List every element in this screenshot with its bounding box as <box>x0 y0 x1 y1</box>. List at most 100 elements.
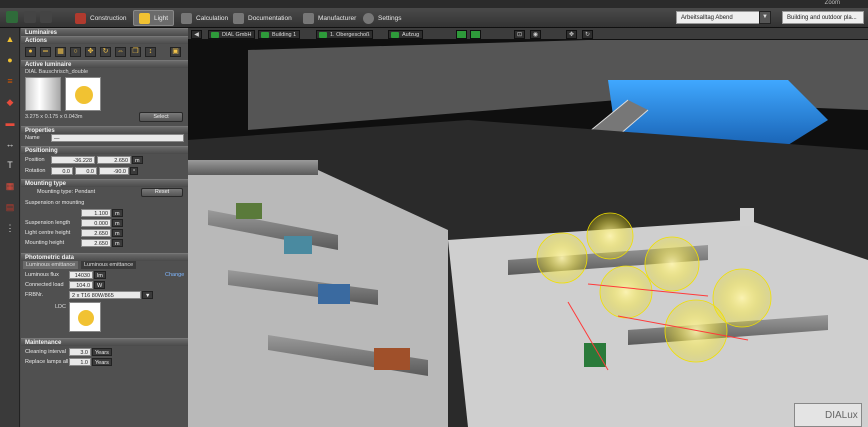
dialux-watermark: DIALux <box>794 403 862 427</box>
breadcrumb-item-building[interactable]: Building 1 <box>258 30 301 39</box>
fitting-label: FRBNr. <box>25 292 44 298</box>
surface-tool-icon[interactable]: ▬ <box>3 117 17 129</box>
suspension-heading: Suspension or mounting <box>25 200 85 206</box>
viewport-toolbar: ◀ DIAL GmbH Building 1 1. Obergeschoß Au… <box>188 28 868 40</box>
align-icon[interactable]: ⇔ <box>115 47 126 57</box>
circle-arrangement-icon[interactable]: ○ <box>70 47 81 57</box>
suspension-field[interactable]: 1.100 <box>81 209 111 217</box>
position-label: Position <box>25 157 45 163</box>
save-icon[interactable] <box>6 11 18 23</box>
fitting-select[interactable]: 2 x T16 80W/865 <box>69 291 141 299</box>
back-icon[interactable]: ◀ <box>191 30 202 39</box>
suspension-length-field[interactable]: 0.000 <box>81 219 111 227</box>
rotation-y-field[interactable]: 0.0 <box>75 167 97 175</box>
tree-tool-icon[interactable]: ⋮ <box>3 222 17 234</box>
light-icon <box>139 12 150 24</box>
documentation-icon <box>233 12 244 24</box>
view-plan-icon[interactable] <box>470 30 481 39</box>
mounting-height-field[interactable]: 2.650 <box>81 239 111 247</box>
suspension-unit: m <box>112 209 123 217</box>
field-arrangement-icon[interactable]: ▦ <box>55 47 66 57</box>
luminaire-name: DIAL Bauschrisch_double <box>25 69 89 75</box>
connected-load-unit: W <box>94 281 106 289</box>
change-link[interactable]: Change <box>165 272 184 278</box>
luminous-flux-field[interactable]: 14030 <box>69 271 93 279</box>
move-icon[interactable]: ✥ <box>85 47 96 57</box>
tab-construction[interactable]: Construction <box>70 10 132 26</box>
building-scene <box>188 40 868 427</box>
ldc-label: LDC <box>55 304 67 310</box>
tab-documentation[interactable]: Documentation <box>228 10 297 26</box>
luminaires-header: Luminaires <box>21 28 188 36</box>
wall-picture-2 <box>284 236 312 254</box>
wall-picture-3 <box>318 284 350 304</box>
camera-icon[interactable]: ◉ <box>530 30 541 39</box>
tab-luminous-emittance-1[interactable]: Luminous emittance <box>23 261 79 269</box>
rotation-label: Rotation <box>25 168 46 174</box>
text-tool-icon[interactable]: T <box>3 159 17 171</box>
wall-tool-icon[interactable]: ▤ <box>3 201 17 213</box>
gear-icon <box>363 12 374 24</box>
position-y-field[interactable]: 2.650 <box>97 156 131 164</box>
tab-light[interactable]: Light <box>133 10 175 26</box>
chevron-down-icon: ▼ <box>759 11 771 24</box>
luminaire-tool-icon[interactable]: ▲ <box>3 33 17 45</box>
view-3d-icon[interactable] <box>456 30 467 39</box>
pan-icon[interactable]: ✥ <box>566 30 577 39</box>
cleaning-field[interactable]: 3.0 <box>69 348 91 356</box>
position-unit: m <box>132 156 143 164</box>
tab-calculation[interactable]: Calculation <box>176 10 233 26</box>
tab-settings[interactable]: Settings <box>358 10 407 26</box>
orbit-icon[interactable]: ↻ <box>582 30 593 39</box>
tab-luminous-emittance-2[interactable]: Luminous emittance <box>81 261 137 269</box>
single-luminaire-icon[interactable]: ● <box>25 47 36 57</box>
actions-toolbar: ● ═ ▦ ○ ✥ ↻ ⇔ ❐ ↕ ▣ <box>21 44 188 60</box>
bulb-tool-icon[interactable]: ● <box>3 54 17 66</box>
cleaning-label: Cleaning interval <box>25 349 66 355</box>
properties-panel: Luminaires Actions ● ═ ▦ ○ ✥ ↻ ⇔ ❐ ↕ ▣ A… <box>21 28 188 427</box>
luminaire-dimensions: 3.275 x 0.175 x 0.043m <box>25 114 83 120</box>
photometric-tabs: Luminous emittance Luminous emittance <box>21 261 188 269</box>
chevron-down-icon[interactable]: ▼ <box>142 291 154 299</box>
redo-icon[interactable] <box>40 11 52 23</box>
line-arrangement-icon[interactable]: ═ <box>40 47 51 57</box>
ldc-diagram <box>69 302 101 332</box>
colour-tool-icon[interactable]: ◆ <box>3 96 17 108</box>
name-field[interactable]: — <box>51 134 184 142</box>
light-centre-field[interactable]: 2.650 <box>81 229 111 237</box>
wall-picture-4 <box>374 348 410 370</box>
select-button[interactable]: Select <box>139 112 183 122</box>
breadcrumb-item-company[interactable]: DIAL GmbH <box>208 30 256 39</box>
rotate-icon[interactable]: ↻ <box>100 47 111 57</box>
luminaire-ldc-thumb <box>65 77 101 111</box>
3d-viewport[interactable]: DIALux <box>188 40 868 427</box>
view-select[interactable]: Building and outdoor pla... <box>782 11 864 24</box>
light-centre-unit: m <box>112 229 123 237</box>
tab-manufacturer[interactable]: Manufacturer <box>298 10 361 26</box>
rotation-x-field[interactable]: 0.0 <box>51 167 73 175</box>
arrangement-tool-icon[interactable]: ≡ <box>3 75 17 87</box>
paste-icon[interactable]: ▣ <box>170 47 181 57</box>
actions-header: Actions <box>21 36 188 44</box>
replace-label: Replace lamps all <box>25 359 69 365</box>
connected-load-field[interactable]: 104.0 <box>69 281 93 289</box>
grid-tool-icon[interactable]: ▦ <box>3 180 17 192</box>
mounting-height-label: Mounting height <box>25 240 65 246</box>
scene-select[interactable]: Arbeitsalltag Abend ▼ <box>676 11 771 24</box>
rotation-z-field[interactable]: -90.0 <box>99 167 129 175</box>
wall-picture-1 <box>236 203 262 219</box>
mounting-header: Mounting type <box>21 179 188 187</box>
breadcrumb-item-room[interactable]: Aufzug <box>388 30 424 39</box>
position-x-field[interactable]: -36.228 <box>51 156 95 164</box>
zoom-extents-icon[interactable]: ⊡ <box>514 30 525 39</box>
connected-load-label: Connected load <box>25 282 64 288</box>
reset-button[interactable]: Reset <box>141 188 183 197</box>
copy-icon[interactable]: ❐ <box>130 47 141 57</box>
undo-icon[interactable] <box>24 11 36 23</box>
luminous-flux-unit: lm <box>94 271 106 279</box>
measure-icon[interactable]: ↕ <box>145 47 156 57</box>
zoom-label: Zoom <box>824 0 840 6</box>
measure-tool-icon[interactable]: ↔ <box>3 138 17 150</box>
replace-field[interactable]: 1.0 <box>69 358 91 366</box>
breadcrumb-item-floor[interactable]: 1. Obergeschoß <box>316 30 374 39</box>
